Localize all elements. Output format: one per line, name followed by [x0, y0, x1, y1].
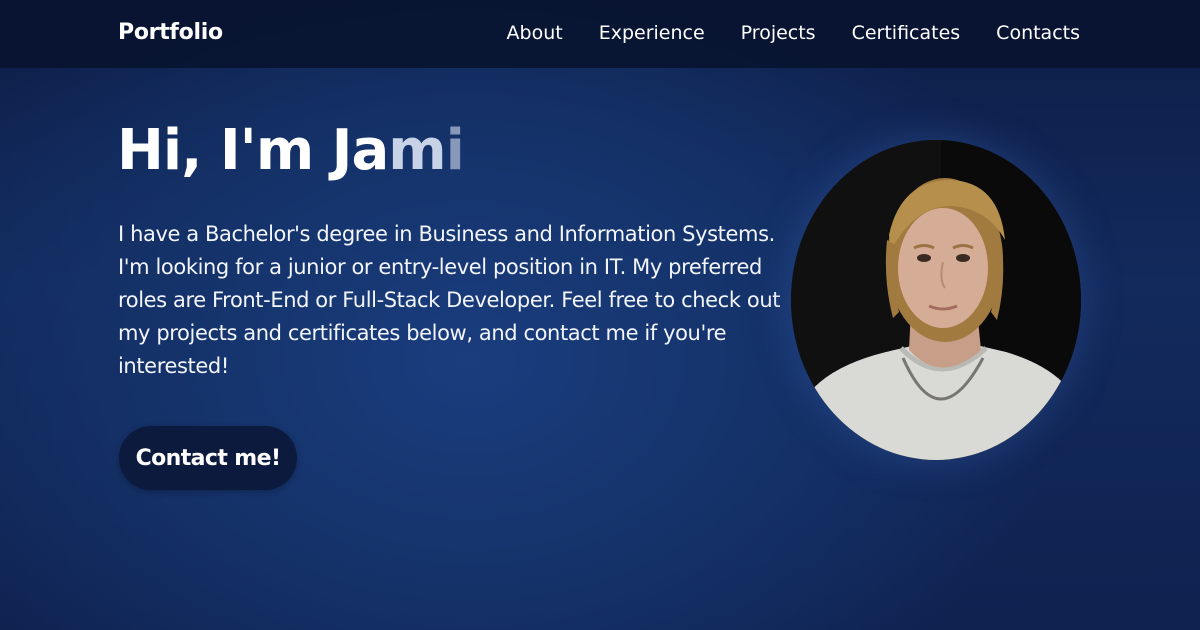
contact-me-button[interactable]: Contact me!	[119, 426, 297, 490]
hero-title-part: m	[388, 118, 446, 183]
hero-title: Hi, I'm Jami	[117, 116, 465, 186]
nav-link-projects[interactable]: Projects	[741, 22, 816, 44]
nav-link-contacts[interactable]: Contacts	[996, 22, 1080, 44]
hero-title-part: Hi, I'm Ja	[117, 118, 389, 183]
nav-links: About Experience Projects Certificates C…	[507, 22, 1080, 44]
nav-link-certificates[interactable]: Certificates	[852, 22, 961, 44]
hero-title-part: i	[445, 118, 465, 183]
profile-photo-illustration	[791, 140, 1081, 460]
brand-logo[interactable]: Portfolio	[118, 20, 223, 45]
profile-photo	[791, 140, 1081, 460]
nav-link-experience[interactable]: Experience	[599, 22, 705, 44]
hero-description: I have a Bachelor's degree in Business a…	[118, 222, 781, 378]
navbar: Portfolio About Experience Projects Cert…	[0, 0, 1200, 68]
nav-link-about[interactable]: About	[507, 22, 563, 44]
